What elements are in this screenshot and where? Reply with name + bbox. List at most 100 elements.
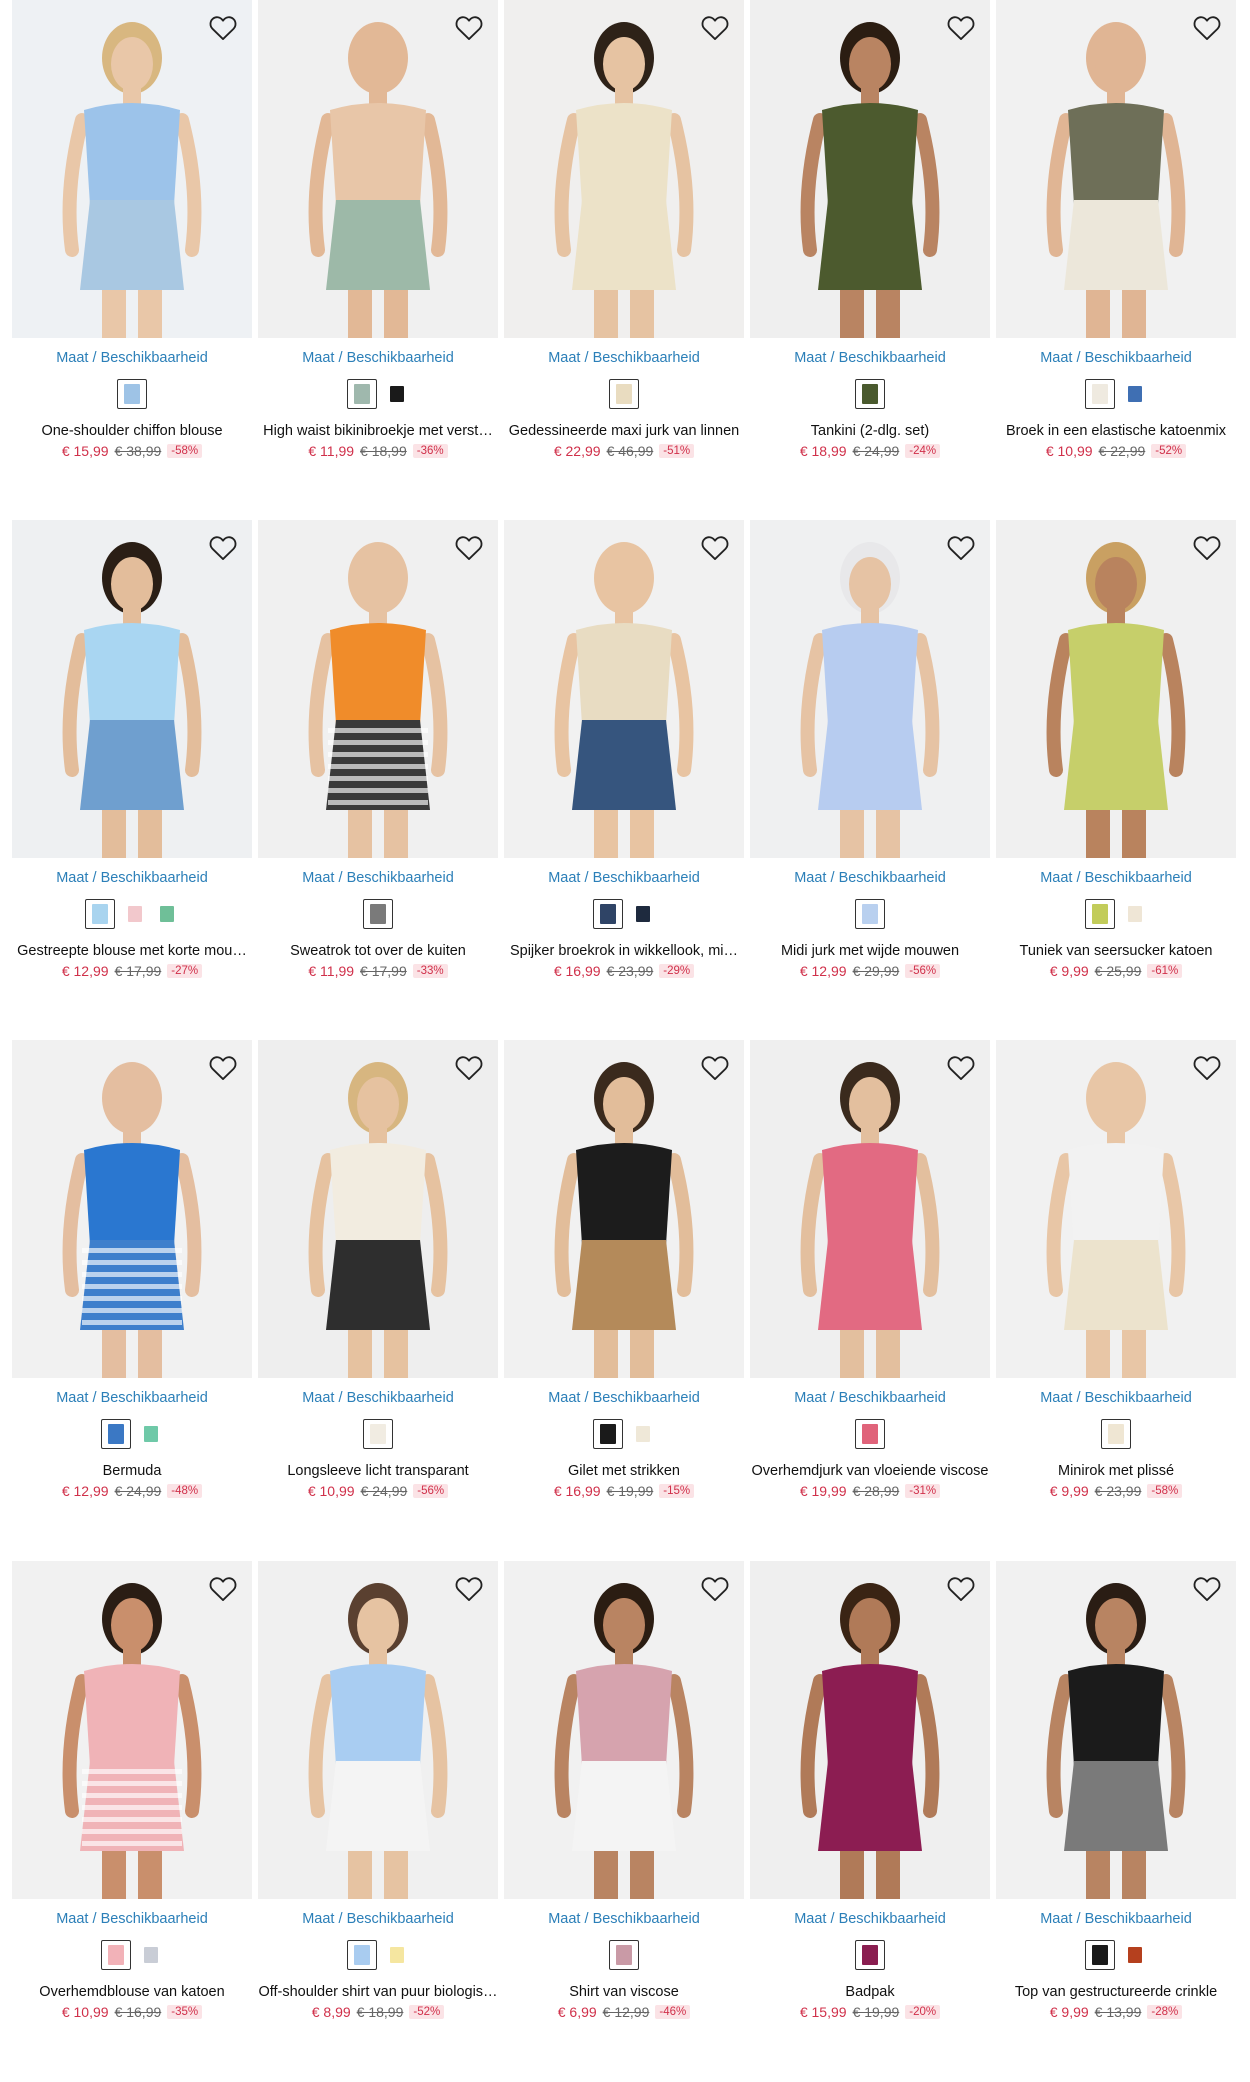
- product-name[interactable]: Off-shoulder shirt van puur biologis…: [250, 1984, 506, 2000]
- color-swatch[interactable]: [385, 381, 409, 407]
- size-availability-link[interactable]: Maat / Beschikbaarheid: [996, 1390, 1236, 1406]
- product-card[interactable]: Maat / Beschikbaarheid One-shoulder chiff…: [12, 0, 258, 480]
- product-card[interactable]: Maat / Beschikbaarheid Minirok met plissé…: [996, 1040, 1242, 1520]
- product-image[interactable]: [750, 1561, 990, 1899]
- size-availability-link[interactable]: Maat / Beschikbaarheid: [996, 870, 1236, 886]
- product-name[interactable]: Tankini (2-dlg. set): [742, 423, 998, 439]
- product-card[interactable]: Maat / Beschikbaarheid Overhemdblouse van…: [12, 1561, 258, 2041]
- product-card[interactable]: Maat / Beschikbaarheid Spijker broekrok i…: [504, 520, 750, 1000]
- product-card[interactable]: Maat / Beschikbaarheid Top van gestructur…: [996, 1561, 1242, 2041]
- product-image[interactable]: [996, 1040, 1236, 1378]
- product-name[interactable]: One-shoulder chiffon blouse: [4, 423, 260, 439]
- color-swatch-selected[interactable]: [347, 1940, 377, 1970]
- color-swatch-selected[interactable]: [363, 899, 393, 929]
- wishlist-heart-icon[interactable]: [1190, 1050, 1224, 1084]
- product-name[interactable]: Bermuda: [4, 1463, 260, 1479]
- wishlist-heart-icon[interactable]: [698, 1050, 732, 1084]
- wishlist-heart-icon[interactable]: [944, 1050, 978, 1084]
- wishlist-heart-icon[interactable]: [1190, 10, 1224, 44]
- product-image[interactable]: [258, 520, 498, 858]
- color-swatch-selected[interactable]: [855, 899, 885, 929]
- color-swatch-selected[interactable]: [101, 1940, 131, 1970]
- wishlist-heart-icon[interactable]: [452, 10, 486, 44]
- size-availability-link[interactable]: Maat / Beschikbaarheid: [504, 870, 744, 886]
- product-image[interactable]: [996, 0, 1236, 338]
- product-card[interactable]: Maat / Beschikbaarheid Off-shoulder shirt…: [258, 1561, 504, 2041]
- product-card[interactable]: Maat / Beschikbaarheid Gestreepte blouse …: [12, 520, 258, 1000]
- size-availability-link[interactable]: Maat / Beschikbaarheid: [258, 1911, 498, 1927]
- product-name[interactable]: Sweatrok tot over de kuiten: [250, 943, 506, 959]
- product-name[interactable]: Badpak: [742, 1984, 998, 2000]
- color-swatch[interactable]: [1123, 381, 1147, 407]
- size-availability-link[interactable]: Maat / Beschikbaarheid: [750, 1390, 990, 1406]
- wishlist-heart-icon[interactable]: [1190, 1571, 1224, 1605]
- color-swatch-selected[interactable]: [593, 899, 623, 929]
- size-availability-link[interactable]: Maat / Beschikbaarheid: [750, 350, 990, 366]
- product-name[interactable]: Overhemdjurk van vloeiende viscose: [742, 1463, 998, 1479]
- product-image[interactable]: [258, 1040, 498, 1378]
- color-swatch-selected[interactable]: [855, 379, 885, 409]
- size-availability-link[interactable]: Maat / Beschikbaarheid: [12, 1911, 252, 1927]
- size-availability-link[interactable]: Maat / Beschikbaarheid: [12, 1390, 252, 1406]
- product-image[interactable]: [12, 1040, 252, 1378]
- product-name[interactable]: Gedessineerde maxi jurk van linnen: [496, 423, 752, 439]
- product-name[interactable]: Longsleeve licht transparant: [250, 1463, 506, 1479]
- wishlist-heart-icon[interactable]: [698, 10, 732, 44]
- wishlist-heart-icon[interactable]: [206, 10, 240, 44]
- product-name[interactable]: Gilet met strikken: [496, 1463, 752, 1479]
- product-image[interactable]: [750, 0, 990, 338]
- wishlist-heart-icon[interactable]: [206, 1571, 240, 1605]
- product-name[interactable]: Overhemdblouse van katoen: [4, 1984, 260, 2000]
- product-card[interactable]: Maat / Beschikbaarheid Sweatrok tot over …: [258, 520, 504, 1000]
- product-card[interactable]: Maat / Beschikbaarheid Longsleeve licht t…: [258, 1040, 504, 1520]
- product-name[interactable]: High waist bikinibroekje met verst…: [250, 423, 506, 439]
- product-card[interactable]: Maat / Beschikbaarheid Tankini (2-dlg. se…: [750, 0, 996, 480]
- product-name[interactable]: Tuniek van seersucker katoen: [988, 943, 1244, 959]
- size-availability-link[interactable]: Maat / Beschikbaarheid: [504, 350, 744, 366]
- wishlist-heart-icon[interactable]: [944, 10, 978, 44]
- color-swatch-selected[interactable]: [347, 379, 377, 409]
- size-availability-link[interactable]: Maat / Beschikbaarheid: [750, 1911, 990, 1927]
- color-swatch-selected[interactable]: [363, 1419, 393, 1449]
- product-name[interactable]: Minirok met plissé: [988, 1463, 1244, 1479]
- color-swatch-selected[interactable]: [609, 1940, 639, 1970]
- color-swatch[interactable]: [123, 901, 147, 927]
- product-image[interactable]: [504, 0, 744, 338]
- product-card[interactable]: Maat / Beschikbaarheid Midi jurk met wijd…: [750, 520, 996, 1000]
- product-image[interactable]: [996, 520, 1236, 858]
- product-image[interactable]: [258, 0, 498, 338]
- color-swatch[interactable]: [631, 901, 655, 927]
- color-swatch-selected[interactable]: [1085, 899, 1115, 929]
- wishlist-heart-icon[interactable]: [698, 530, 732, 564]
- wishlist-heart-icon[interactable]: [206, 530, 240, 564]
- product-image[interactable]: [504, 1040, 744, 1378]
- wishlist-heart-icon[interactable]: [1190, 530, 1224, 564]
- wishlist-heart-icon[interactable]: [698, 1571, 732, 1605]
- wishlist-heart-icon[interactable]: [206, 1050, 240, 1084]
- wishlist-heart-icon[interactable]: [452, 530, 486, 564]
- wishlist-heart-icon[interactable]: [452, 1050, 486, 1084]
- product-card[interactable]: Maat / Beschikbaarheid Badpak € 15,99 € 19,…: [750, 1561, 996, 2041]
- product-card[interactable]: Maat / Beschikbaarheid Overhemdjurk van v…: [750, 1040, 996, 1520]
- size-availability-link[interactable]: Maat / Beschikbaarheid: [996, 1911, 1236, 1927]
- color-swatch-selected[interactable]: [609, 379, 639, 409]
- color-swatch-selected[interactable]: [1101, 1419, 1131, 1449]
- color-swatch-selected[interactable]: [593, 1419, 623, 1449]
- product-image[interactable]: [12, 1561, 252, 1899]
- wishlist-heart-icon[interactable]: [944, 1571, 978, 1605]
- color-swatch[interactable]: [1123, 901, 1147, 927]
- size-availability-link[interactable]: Maat / Beschikbaarheid: [750, 870, 990, 886]
- product-name[interactable]: Shirt van viscose: [496, 1984, 752, 2000]
- product-card[interactable]: Maat / Beschikbaarheid Broek in een elast…: [996, 0, 1242, 480]
- color-swatch[interactable]: [385, 1942, 409, 1968]
- product-name[interactable]: Spijker broekrok in wikkellook, mi…: [496, 943, 752, 959]
- color-swatch-selected[interactable]: [855, 1419, 885, 1449]
- color-swatch[interactable]: [155, 901, 179, 927]
- size-availability-link[interactable]: Maat / Beschikbaarheid: [258, 870, 498, 886]
- product-image[interactable]: [12, 0, 252, 338]
- color-swatch-selected[interactable]: [1085, 1940, 1115, 1970]
- size-availability-link[interactable]: Maat / Beschikbaarheid: [504, 1911, 744, 1927]
- size-availability-link[interactable]: Maat / Beschikbaarheid: [12, 350, 252, 366]
- wishlist-heart-icon[interactable]: [944, 530, 978, 564]
- product-image[interactable]: [504, 1561, 744, 1899]
